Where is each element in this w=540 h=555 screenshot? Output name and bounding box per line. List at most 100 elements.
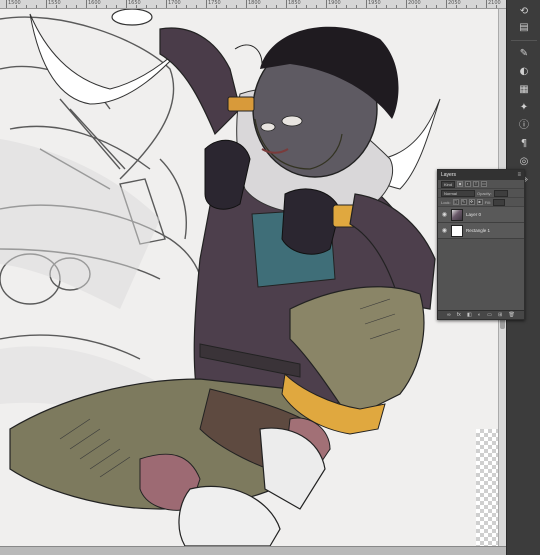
fill-field[interactable] (492, 198, 505, 206)
ruler-minor-tick (16, 5, 17, 8)
new-layer-icon[interactable]: ⊞ (498, 312, 502, 318)
ruler-tick (366, 0, 367, 8)
ruler-tick (246, 0, 247, 8)
history-icon[interactable]: ⟲ (514, 4, 534, 20)
lock-transparent-icon[interactable]: ▢ (452, 199, 459, 205)
adjustment-layer-icon[interactable]: ◐ (478, 312, 481, 318)
ruler-label: 1550 (48, 0, 61, 6)
layers-panel[interactable]: Layers ≡ Kind ▣ ◐ T ▭ Normal Opacity: Lo… (437, 169, 525, 320)
dock-divider (511, 40, 537, 41)
ruler-label: 1800 (248, 0, 261, 6)
horizontal-ruler: 1500 1550 1600 1650 1700 1750 1800 1850 1900 1950… (0, 0, 506, 9)
layer-name[interactable]: Layer 0 (466, 212, 481, 217)
filter-type-icon[interactable]: T (473, 181, 480, 187)
ruler-minor-tick (476, 5, 477, 8)
artwork (0, 9, 506, 546)
channels-icon[interactable]: ◎ (514, 154, 534, 170)
ruler-tick (166, 0, 167, 8)
kind-filter-select[interactable]: Kind (441, 180, 456, 188)
ruler-minor-tick (296, 5, 297, 8)
ruler-minor-tick (36, 5, 37, 8)
folder-icon[interactable]: ▭ (487, 312, 492, 318)
trash-icon[interactable]: 🗑 (508, 312, 514, 318)
panel-menu-icon[interactable]: ≡ (517, 170, 521, 180)
ruler-minor-tick (196, 5, 197, 8)
ruler-tick (326, 0, 327, 8)
ruler-minor-tick (386, 5, 387, 8)
ruler-minor-tick (76, 5, 77, 8)
filter-row: Kind ▣ ◐ T ▭ (438, 180, 524, 189)
filter-adjust-icon[interactable]: ◐ (465, 181, 472, 187)
ruler-minor-tick (156, 5, 157, 8)
lock-brush-icon[interactable]: ✎ (460, 199, 467, 205)
ruler-label: 1750 (208, 0, 221, 6)
ruler-tick (86, 0, 87, 8)
ruler-tick (286, 0, 287, 8)
lock-all-icon[interactable]: ■ (476, 199, 483, 205)
ruler-minor-tick (346, 5, 347, 8)
styles-icon[interactable]: ✦ (514, 100, 534, 116)
ruler-minor-tick (426, 5, 427, 8)
ruler-tick (46, 0, 47, 8)
info-icon[interactable]: ⓘ (514, 118, 534, 134)
ruler-minor-tick (356, 5, 357, 8)
layer-row[interactable]: ◉ Rectangle 1 (438, 223, 524, 239)
ruler-label: 2000 (408, 0, 421, 6)
layer-thumbnail (451, 208, 463, 221)
ruler-minor-tick (256, 5, 257, 8)
eye-icon[interactable]: ◉ (441, 227, 448, 234)
adjustments-icon[interactable]: ◐ (514, 64, 534, 80)
ruler-minor-tick (226, 5, 227, 8)
lock-row: Lock: ▢ ✎ ✥ ■ Fill: (438, 198, 524, 207)
ruler-minor-tick (236, 5, 237, 8)
ruler-minor-tick (466, 5, 467, 8)
ruler-minor-tick (456, 5, 457, 8)
filter-pixel-icon[interactable]: ▣ (457, 181, 464, 187)
ruler-minor-tick (216, 5, 217, 8)
ruler-minor-tick (146, 5, 147, 8)
ruler-minor-tick (106, 5, 107, 8)
eye-icon[interactable]: ◉ (441, 211, 448, 218)
blend-mode-select[interactable]: Normal (441, 189, 475, 197)
ruler-tick (486, 0, 487, 8)
swatches-icon[interactable]: ▦ (514, 82, 534, 98)
ruler-minor-tick (306, 5, 307, 8)
ruler-tick (206, 0, 207, 8)
ruler-minor-tick (186, 5, 187, 8)
ruler-label: 2050 (448, 0, 461, 6)
ruler-label: 1900 (328, 0, 341, 6)
document-canvas[interactable] (0, 9, 506, 546)
lock-move-icon[interactable]: ✥ (468, 199, 475, 205)
mask-icon[interactable]: ◧ (467, 312, 472, 318)
fx-icon[interactable]: fx (457, 312, 461, 318)
ruler-minor-tick (276, 5, 277, 8)
ruler-label: 1500 (8, 0, 21, 6)
ruler-minor-tick (66, 5, 67, 8)
ruler-label: 2100 (488, 0, 501, 6)
layers-panel-header[interactable]: Layers ≡ (438, 170, 524, 180)
ruler-minor-tick (26, 5, 27, 8)
ruler-tick (126, 0, 127, 8)
ruler-minor-tick (266, 5, 267, 8)
blend-row: Normal Opacity: (438, 189, 524, 198)
layer-name[interactable]: Rectangle 1 (466, 228, 490, 233)
ruler-minor-tick (116, 5, 117, 8)
brush-icon[interactable]: ✎ (514, 46, 534, 62)
ruler-minor-tick (176, 5, 177, 8)
ruler-minor-tick (56, 5, 57, 8)
ruler-label: 1850 (288, 0, 301, 6)
layer-row[interactable]: ◉ Layer 0 (438, 207, 524, 223)
opacity-field[interactable] (493, 189, 508, 197)
properties-icon[interactable]: ▤ (514, 20, 534, 36)
layers-panel-title: Layers (441, 172, 457, 178)
ruler-label: 1600 (88, 0, 101, 6)
link-layers-icon[interactable]: ∞ (447, 312, 451, 318)
opacity-label: Opacity: (477, 190, 492, 196)
filter-shape-icon[interactable]: ▭ (481, 181, 488, 187)
lock-label: Lock: (441, 199, 451, 205)
paragraph-icon[interactable]: ¶ (514, 136, 534, 152)
ruler-minor-tick (496, 5, 497, 8)
ruler-minor-tick (316, 5, 317, 8)
layer-thumbnail (451, 224, 463, 237)
fill-label: Fill: (484, 199, 491, 205)
